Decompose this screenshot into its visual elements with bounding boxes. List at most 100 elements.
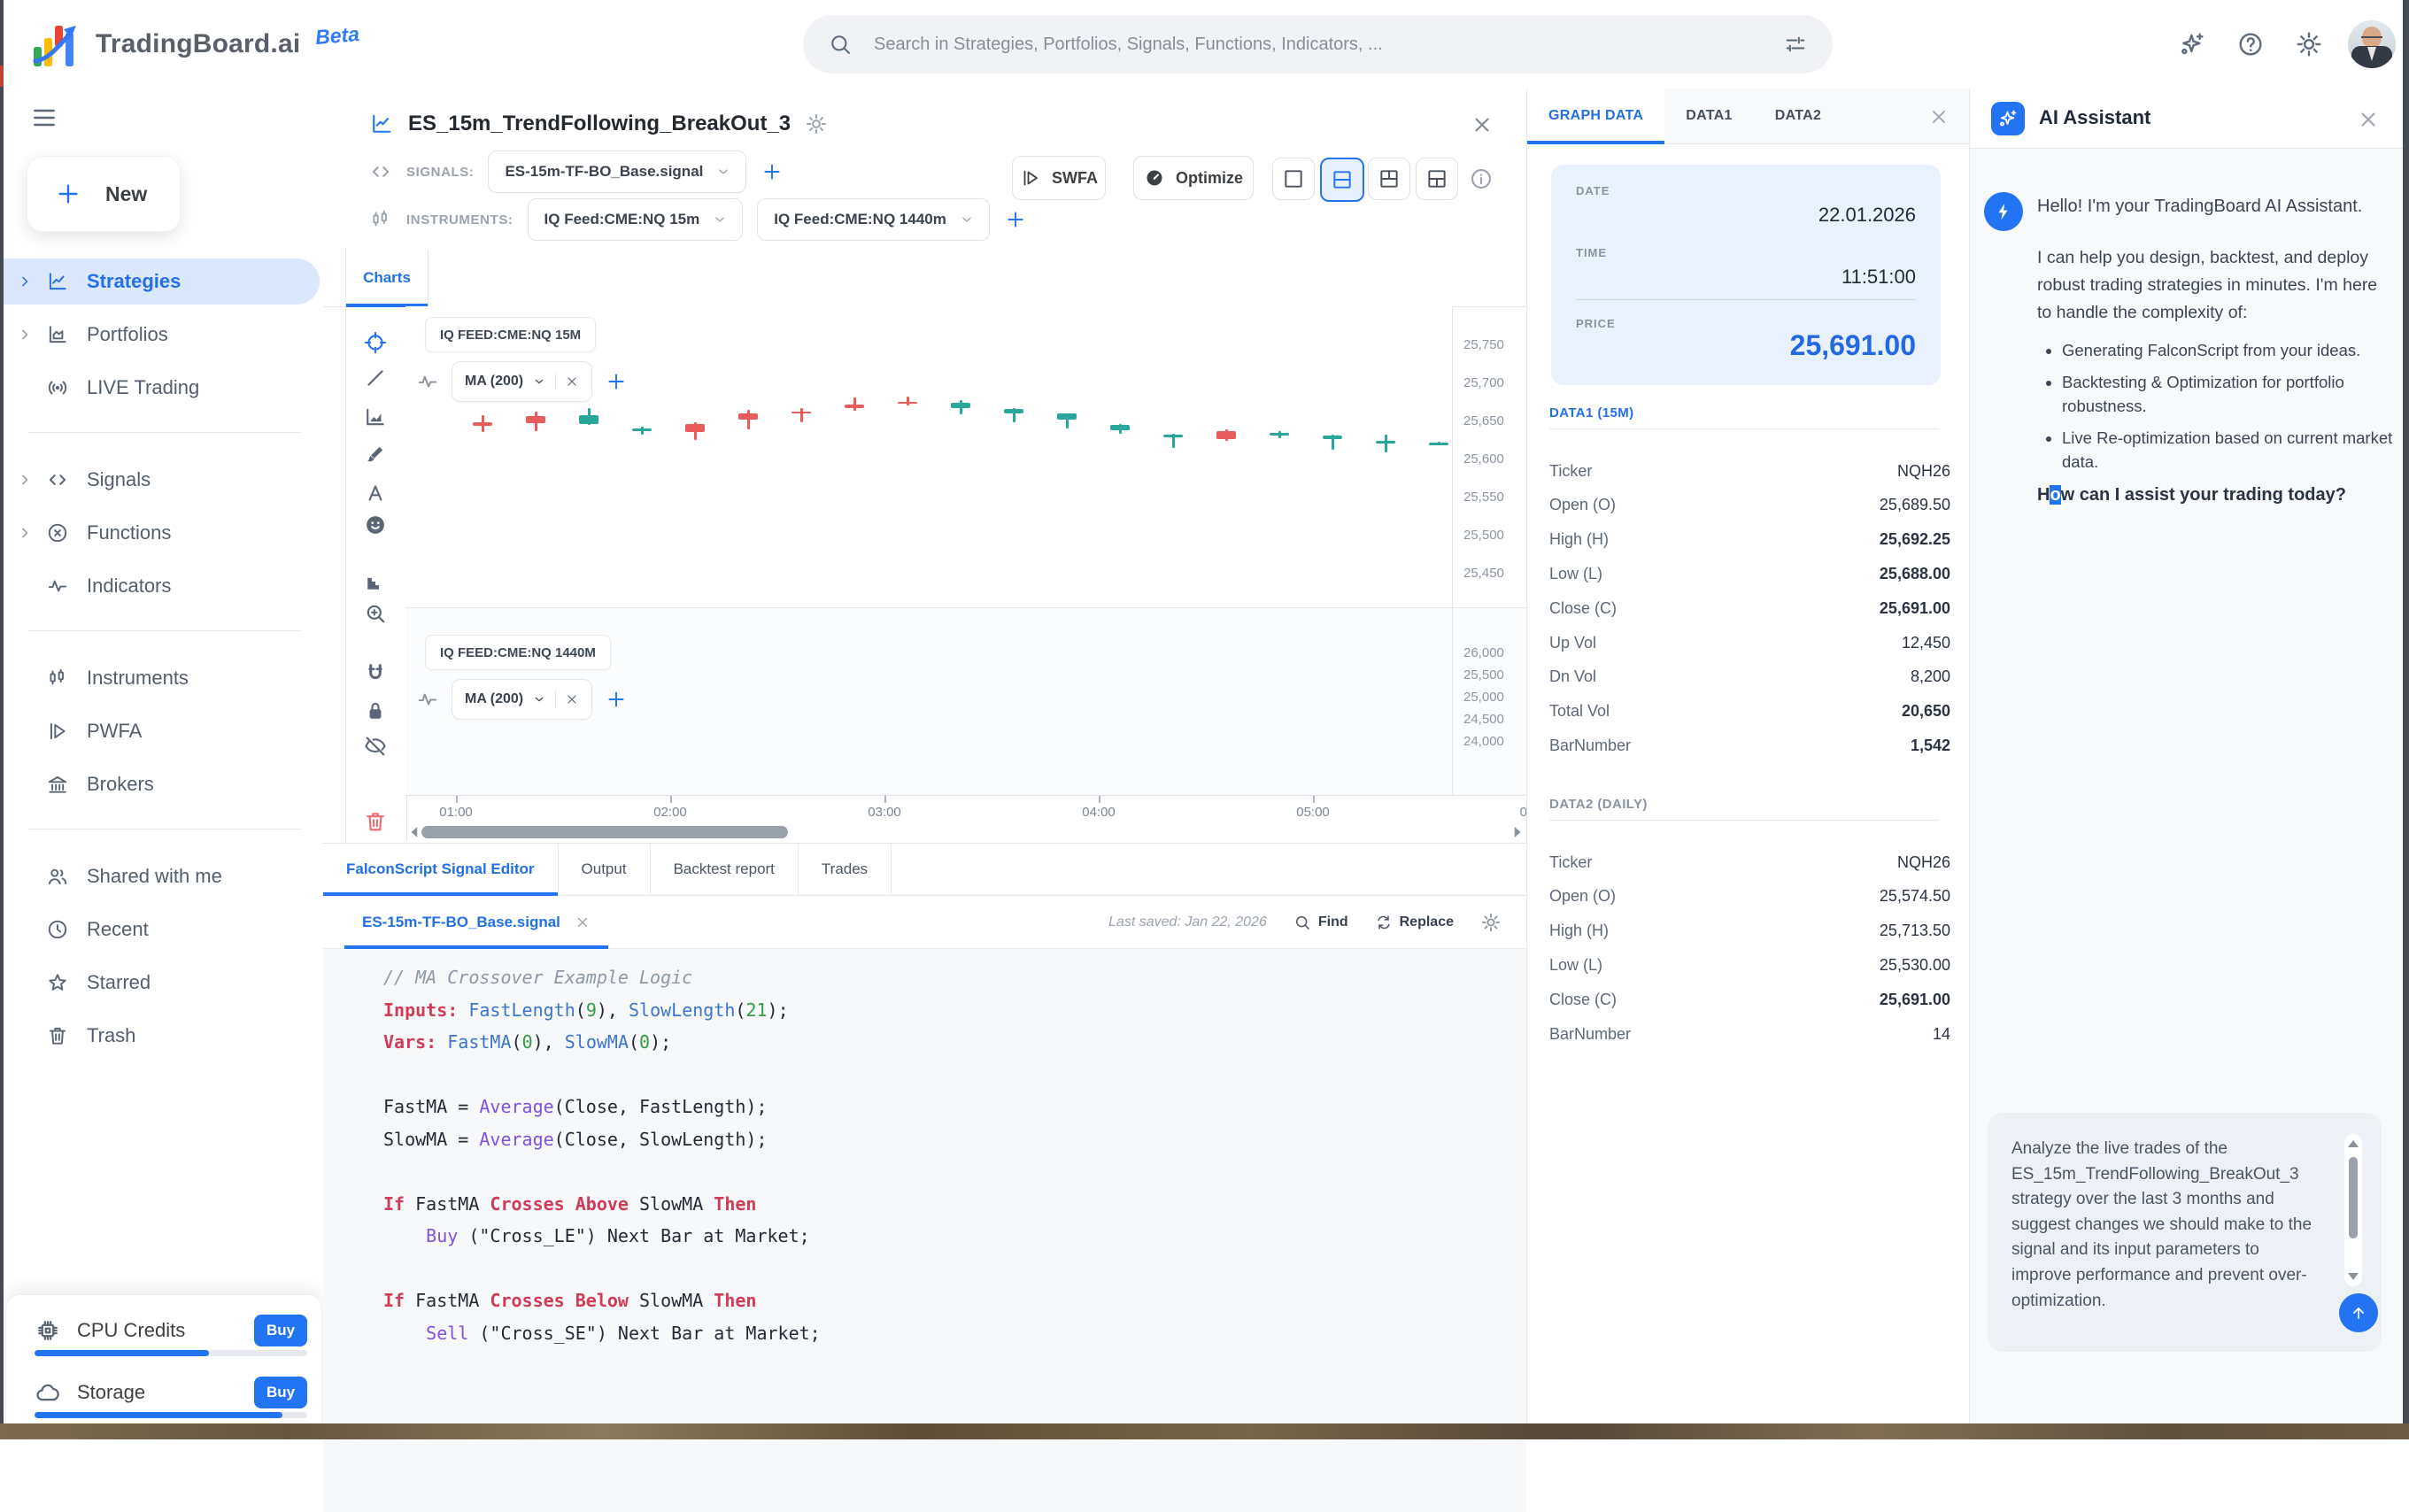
close-strategy-icon[interactable] [1471, 113, 1494, 136]
time-axis[interactable]: 01:00 02:00 03:00 04:00 05:00 06 [405, 795, 1526, 822]
editor-tab-backtest-report[interactable]: Backtest report [651, 844, 799, 895]
tool-area-draw-button[interactable] [355, 400, 396, 434]
tool-emoji-button[interactable] [355, 508, 396, 542]
chart-scrollbar[interactable] [405, 822, 1526, 843]
tool-magnet-button[interactable] [355, 657, 396, 690]
buy-cpu-credits-button[interactable]: Buy [254, 1315, 307, 1346]
tool-lock-button[interactable] [355, 694, 396, 728]
add-indicator-button[interactable] [605, 370, 628, 393]
chart-pane-1440m[interactable]: IQ FEED:CME:NQ 1440M MA (200) [405, 607, 1452, 795]
ai-input-box[interactable]: Analyze the live trades of the ES_15m_Tr… [1988, 1113, 2382, 1352]
brand-logo[interactable]: TradingBoard.ai Beta [32, 18, 360, 71]
tool-text-button[interactable] [355, 476, 396, 510]
scroll-up-icon[interactable] [2348, 1140, 2359, 1147]
price-value: 25,691.00 [1790, 329, 1916, 362]
ai-panel-title: AI Assistant [2039, 106, 2150, 129]
tool-delete-button[interactable] [355, 805, 396, 838]
close-ai-panel-icon[interactable] [2357, 108, 2380, 131]
sidebar-item-pwfa[interactable]: PWFA [4, 708, 320, 754]
layout-3-button[interactable] [1368, 158, 1410, 200]
add-indicator-button[interactable] [605, 688, 628, 711]
ma-indicator-pill[interactable]: MA (200) [452, 679, 592, 720]
data-row-value: 14 [1933, 1025, 1950, 1044]
find-button[interactable]: Find [1293, 914, 1348, 931]
ai-input-scrollbar[interactable] [2344, 1134, 2362, 1286]
signal-select[interactable]: ES-15m-TF-BO_Base.signal [488, 150, 746, 193]
layout-1-button[interactable] [1272, 158, 1315, 200]
sidebar-item-portfolios[interactable]: Portfolios [4, 312, 320, 358]
code-line: FastMA = Average(Close, FastLength); [383, 1096, 768, 1117]
add-signal-button[interactable] [761, 160, 784, 183]
help-icon[interactable] [2236, 30, 2265, 58]
tool-brush-button[interactable] [355, 437, 396, 471]
ma-indicator-pill[interactable]: MA (200) [452, 361, 592, 402]
scroll-down-icon[interactable] [2348, 1273, 2359, 1280]
optimize-button[interactable]: Optimize [1133, 156, 1254, 200]
close-file-icon[interactable] [575, 914, 591, 930]
strategy-settings-gear-icon[interactable] [805, 112, 828, 135]
remove-indicator-icon[interactable] [565, 374, 579, 389]
feed-badge: IQ FEED:CME:NQ 1440M [425, 635, 611, 670]
sidebar-item-instruments[interactable]: Instruments [4, 655, 320, 701]
search-filters-icon[interactable] [1783, 32, 1808, 57]
settings-gear-icon[interactable] [2295, 30, 2323, 58]
buy-storage-button[interactable]: Buy [254, 1377, 307, 1408]
editor-tab-output[interactable]: Output [559, 844, 651, 895]
editor-settings-gear-icon[interactable] [1480, 912, 1502, 933]
sidebar-item-recent[interactable]: Recent [4, 906, 320, 953]
sidebar-item-functions[interactable]: Functions [4, 510, 320, 556]
candle-body [1057, 413, 1077, 420]
search-input[interactable] [872, 34, 1783, 56]
sidebar-item-shared-with-me[interactable]: Shared with me [4, 853, 320, 899]
assistant-greeting: Hello! I'm your TradingBoard AI Assistan… [2037, 197, 2391, 217]
data-tab-graph-data[interactable]: GRAPH DATA [1527, 89, 1664, 143]
scroll-left-icon[interactable] [407, 824, 423, 845]
instrument-select-2[interactable]: IQ Feed:CME:NQ 1440m [757, 198, 990, 241]
new-button[interactable]: New [27, 156, 181, 232]
editor-tab-falconscript-signal-editor[interactable]: FalconScript Signal Editor [323, 844, 559, 895]
instrument-select-1[interactable]: IQ Feed:CME:NQ 15m [528, 198, 744, 241]
code-token [436, 1031, 447, 1053]
time-tick-mark [1313, 796, 1315, 803]
layout-2-button[interactable] [1320, 158, 1364, 202]
ai-sparkle-icon[interactable] [2178, 30, 2206, 58]
layout-4-button[interactable] [1416, 158, 1458, 200]
tool-hide-button[interactable] [355, 729, 396, 763]
hamburger-menu-icon[interactable] [27, 103, 62, 133]
ai-input-text[interactable]: Analyze the live trades of the ES_15m_Tr… [2011, 1137, 2323, 1328]
global-search[interactable] [803, 15, 1833, 73]
file-tab[interactable]: ES-15m-TF-BO_Base.signal [344, 896, 608, 949]
remove-indicator-icon[interactable] [565, 692, 579, 706]
send-button[interactable] [2339, 1293, 2378, 1332]
info-icon[interactable] [1469, 166, 1494, 191]
sidebar-item-live-trading[interactable]: LIVE Trading [4, 365, 320, 411]
tool-trend-line-button[interactable] [355, 361, 396, 395]
swfa-button[interactable]: SWFA [1012, 156, 1106, 200]
tool-crosshair-button[interactable] [355, 326, 396, 359]
assistant-bullet: Live Re-optimization based on current ma… [2062, 426, 2400, 474]
tool-zoom-in-button[interactable] [355, 597, 396, 630]
brand-name: TradingBoard.ai [96, 29, 300, 59]
sidebar-item-strategies[interactable]: Strategies [4, 258, 320, 305]
scroll-thumb[interactable] [421, 826, 788, 838]
close-data-panel-icon[interactable] [1928, 106, 1950, 127]
price-axis-1440m[interactable]: 26,00025,50025,00024,50024,000 [1452, 607, 1526, 795]
sidebar-item-signals[interactable]: Signals [4, 457, 320, 503]
scroll-thumb[interactable] [2349, 1157, 2358, 1238]
tool-ruler-button[interactable] [355, 565, 396, 598]
price-axis-15m[interactable]: 25,75025,70025,65025,60025,55025,50025,4… [1452, 306, 1526, 607]
tab-charts[interactable]: Charts [345, 250, 429, 306]
sidebar-item-starred[interactable]: Starred [4, 960, 320, 1006]
instrument-select-2-value: IQ Feed:CME:NQ 1440m [774, 211, 946, 228]
sidebar-item-trash[interactable]: Trash [4, 1013, 320, 1059]
chart-pane-15m[interactable]: IQ FEED:CME:NQ 15M MA (200) [405, 306, 1452, 607]
data-tab-data1[interactable]: DATA1 [1664, 89, 1753, 143]
replace-button[interactable]: Replace [1375, 914, 1454, 931]
editor-tab-trades[interactable]: Trades [799, 844, 892, 895]
scroll-right-icon[interactable] [1509, 824, 1525, 845]
sidebar-item-brokers[interactable]: Brokers [4, 761, 320, 807]
add-instrument-button[interactable] [1004, 208, 1027, 231]
data-tab-data2[interactable]: DATA2 [1754, 89, 1842, 143]
sidebar-item-indicators[interactable]: Indicators [4, 563, 320, 609]
user-avatar[interactable] [2348, 20, 2396, 68]
